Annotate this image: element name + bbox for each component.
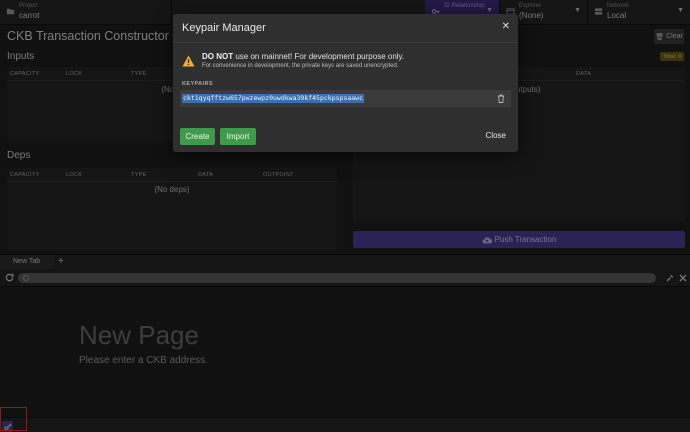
close-icon[interactable]: ✕ — [502, 21, 510, 32]
warning-rest: use on mainnet! For development purpose … — [233, 52, 405, 61]
warning-text: DO NOT use on mainnet! For development p… — [202, 52, 404, 61]
dialog-divider — [173, 42, 518, 43]
trash-icon[interactable] — [497, 94, 505, 103]
keypair-row[interactable]: ckt1qyqfftzw657pwzewpz0uwdkwa39kf45pckps… — [180, 90, 511, 107]
keypair-manager-dialog: Keypair Manager ✕ DO NOT use on mainnet!… — [173, 14, 518, 152]
create-button[interactable]: Create — [180, 128, 215, 145]
warning-subtext: For convenience in development, the priv… — [202, 63, 399, 69]
keypair-address[interactable]: ckt1qyqfftzw657pwzewpz0uwdkwa39kf45pckps… — [182, 94, 365, 103]
close-button[interactable]: Close — [486, 131, 506, 140]
import-button[interactable]: Import — [220, 128, 256, 145]
warning-bold: DO NOT — [202, 52, 234, 61]
warning-icon — [182, 55, 195, 67]
dialog-title: Keypair Manager — [182, 22, 266, 34]
keypairs-label: KEYPAIRS — [182, 81, 213, 87]
